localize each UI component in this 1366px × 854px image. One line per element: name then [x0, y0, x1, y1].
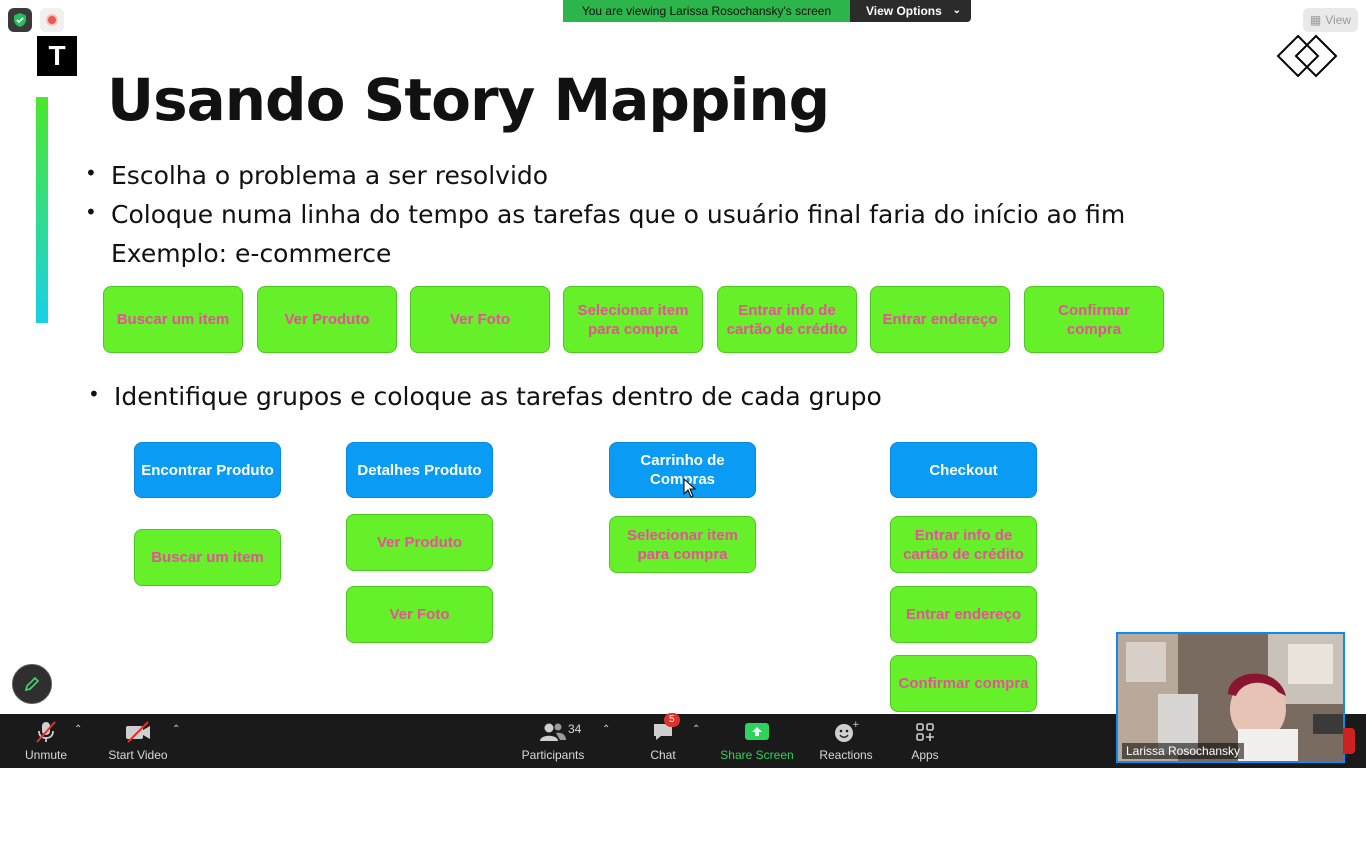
bullet-2-continuation: Exemplo: e-commerce	[111, 239, 391, 268]
pencil-icon	[24, 676, 40, 692]
chat-label: Chat	[650, 748, 676, 762]
timeline-task: Entrar info de cartão de crédito	[717, 286, 857, 353]
timeline-task: Buscar um item	[103, 286, 243, 353]
timeline-task: Confirmar compra	[1024, 286, 1164, 353]
share-screen-label: Share Screen	[720, 748, 794, 762]
participant-name: Larissa Rosochansky	[1122, 743, 1245, 759]
viewing-banner: You are viewing Larissa Rosochansky's sc…	[563, 0, 971, 22]
bullet-text: Exemplo: e-commerce	[111, 239, 392, 268]
start-video-button[interactable]: Start Video	[104, 714, 172, 768]
group-task: Ver Foto	[346, 586, 493, 643]
participants-count: 34	[568, 722, 582, 736]
unmute-button[interactable]: Unmute	[20, 714, 72, 768]
group-header: Encontrar Produto	[134, 442, 281, 498]
reactions-icon: +	[833, 719, 859, 745]
reactions-button[interactable]: + Reactions	[816, 714, 876, 768]
svg-text:+: +	[852, 720, 859, 730]
bullet-text: Escolha o problema a ser resolvido	[111, 161, 549, 190]
group-task: Entrar info de cartão de crédito	[890, 516, 1037, 573]
group-task: Entrar endereço	[890, 586, 1037, 643]
view-options-button[interactable]: View Options ⌄	[850, 0, 971, 22]
group-header: Detalhes Produto	[346, 442, 493, 498]
participant-video[interactable]: Larissa Rosochansky	[1116, 632, 1345, 763]
grid-icon: ▦	[1309, 13, 1322, 27]
viewing-message: You are viewing Larissa Rosochansky's sc…	[563, 0, 850, 22]
bullet-3: • Identifique grupos e coloque as tarefas…	[88, 382, 882, 411]
view-options-label: View Options	[866, 4, 942, 18]
annotate-pencil-button[interactable]	[12, 664, 52, 704]
apps-icon	[914, 719, 936, 745]
bullet-text: Identifique grupos e coloque as tarefas …	[114, 382, 882, 411]
participants-label: Participants	[521, 748, 585, 762]
view-button-label: View	[1325, 13, 1352, 27]
video-off-icon	[124, 719, 152, 745]
video-options-caret[interactable]: ⌃	[172, 724, 180, 735]
timeline-task: Entrar endereço	[870, 286, 1010, 353]
chevron-down-icon: ⌄	[952, 5, 961, 16]
slide-logo: T	[37, 36, 77, 76]
group-task: Ver Produto	[346, 514, 493, 571]
reactions-label: Reactions	[819, 748, 873, 762]
shield-icon	[14, 13, 26, 27]
apps-label: Apps	[911, 748, 939, 762]
group-task: Confirmar compra	[890, 655, 1037, 712]
muted-microphone-icon	[33, 719, 59, 745]
group-task: Buscar um item	[134, 529, 281, 586]
video-options-tab[interactable]	[1343, 728, 1355, 754]
slide-title: Usando Story Mapping	[107, 66, 830, 134]
mouse-cursor-icon	[683, 478, 697, 498]
group-header: Checkout	[890, 442, 1037, 498]
chat-badge: 5	[664, 713, 680, 727]
timeline-task: Ver Produto	[257, 286, 397, 353]
diamond-logo-icon	[1276, 34, 1338, 78]
participants-options-caret[interactable]: ⌃	[602, 724, 610, 735]
apps-button[interactable]: Apps	[904, 714, 946, 768]
group-task: Selecionar item para compra	[609, 516, 756, 573]
chat-button[interactable]: 5 Chat	[642, 713, 684, 768]
timeline-task: Ver Foto	[410, 286, 550, 353]
chat-options-caret[interactable]: ⌃	[692, 724, 700, 735]
participants-icon	[538, 719, 568, 745]
accent-bar	[36, 97, 48, 323]
audio-options-caret[interactable]: ⌃	[74, 724, 82, 735]
bullet-2: • Coloque numa linha do tempo as tarefas …	[85, 200, 1126, 229]
view-button[interactable]: ▦ View	[1303, 8, 1358, 32]
share-screen-button[interactable]: Share Screen	[718, 714, 796, 768]
timeline-task: Selecionar item para compra	[563, 286, 703, 353]
start-video-label: Start Video	[108, 748, 168, 762]
recording-icon[interactable]	[40, 8, 64, 32]
bullet-1: • Escolha o problema a ser resolvido	[85, 161, 549, 190]
unmute-label: Unmute	[24, 748, 68, 762]
share-screen-icon	[744, 719, 770, 745]
bullet-text: Coloque numa linha do tempo as tarefas q…	[111, 200, 1126, 229]
chat-icon: 5	[651, 713, 680, 745]
shared-screen-view: You are viewing Larissa Rosochansky's sc…	[0, 0, 1366, 768]
security-shield-icon[interactable]	[8, 8, 32, 32]
